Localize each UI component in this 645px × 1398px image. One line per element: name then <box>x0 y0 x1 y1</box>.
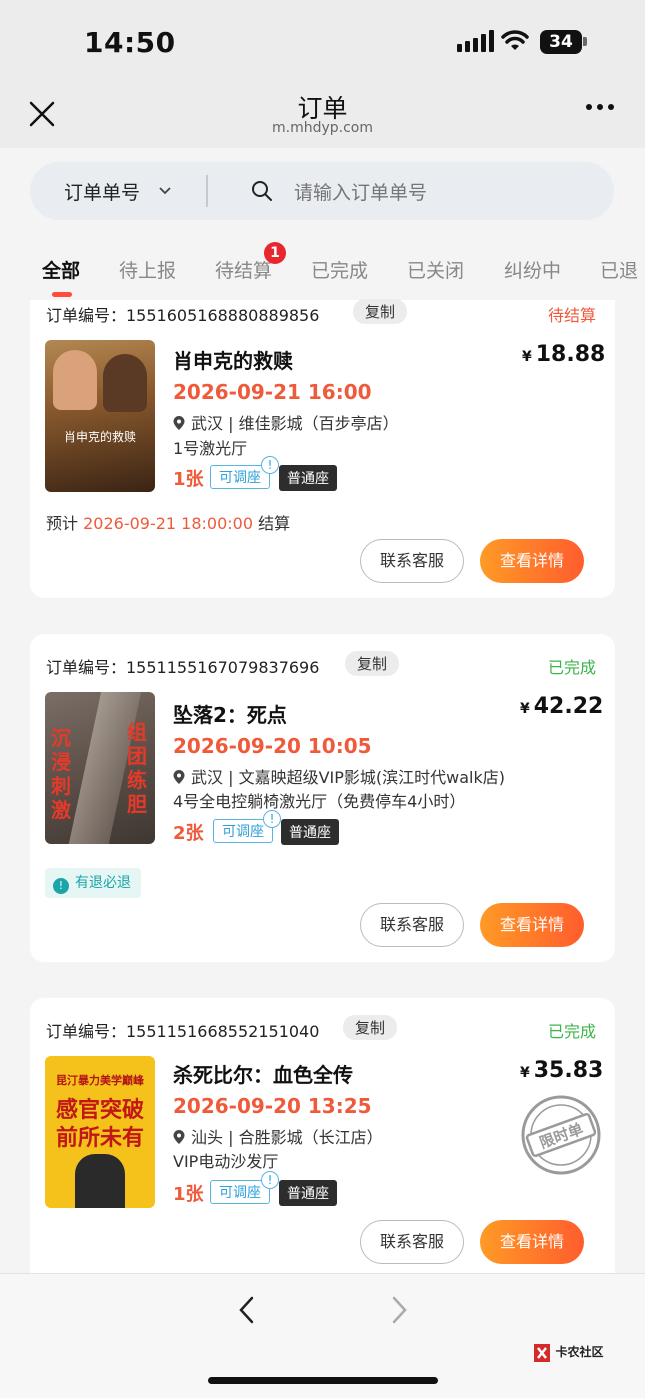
currency-symbol: ¥ <box>522 349 532 365</box>
cinema-name: 武汉 | 文嘉映超级VIP影城(滨江时代walk店) <box>191 768 505 787</box>
refund-guarantee-tag: ! 有退必退 <box>45 868 141 898</box>
status-time: 14:50 <box>84 26 176 59</box>
poster-text: 组团练胆 <box>127 720 147 816</box>
copy-button[interactable]: 复制 <box>353 299 408 324</box>
copy-button[interactable]: 复制 <box>345 651 400 676</box>
currency-symbol: ¥ <box>520 701 530 717</box>
contact-service-button[interactable]: 联系客服 <box>360 903 464 947</box>
price-value: 35.83 <box>533 1058 604 1083</box>
order-price: ¥18.88 <box>522 342 605 367</box>
battery-icon: 34 <box>540 30 582 54</box>
cinema-info: 武汉 | 维佳影城（百步亭店） <box>173 410 399 434</box>
seat-type-tag: 普通座 <box>279 465 337 491</box>
limited-time-stamp: 限时单 <box>520 1094 602 1176</box>
ticket-quantity: 1张 <box>173 469 204 490</box>
estimate-suffix: 结算 <box>258 514 291 533</box>
tab-all[interactable]: 全部 <box>42 256 80 283</box>
back-button[interactable] <box>236 1295 258 1329</box>
info-icon[interactable]: ! <box>263 810 281 828</box>
order-number: 订单编号：1551605168880889856 <box>46 306 320 325</box>
poster-text: 昆汀暴力美学巅峰 <box>56 1074 144 1087</box>
tab-badge: 1 <box>264 242 286 264</box>
contact-service-button[interactable]: 联系客服 <box>360 539 464 583</box>
search-icon <box>250 179 274 207</box>
chevron-left-icon <box>239 1296 254 1324</box>
movie-poster[interactable]: 沉浸刺激 组团练胆 <box>45 692 155 844</box>
hall-name: VIP电动沙发厅 <box>173 1152 279 1171</box>
info-icon[interactable]: ! <box>261 456 279 474</box>
movie-poster[interactable]: 昆汀暴力美学巅峰 感官突破 前所未有 <box>45 1056 155 1208</box>
cinema-info: 武汉 | 文嘉映超级VIP影城(滨江时代walk店) <box>173 764 505 788</box>
location-pin-icon <box>173 770 185 784</box>
tab-pending-settle[interactable]: 待结算 <box>215 256 272 283</box>
showtime: 2026-09-20 13:25 <box>173 1094 372 1118</box>
order-price: ¥35.83 <box>520 1058 603 1083</box>
price-value: 18.88 <box>535 342 606 367</box>
showtime: 2026-09-20 10:05 <box>173 734 372 758</box>
tab-dispute[interactable]: 纠纷中 <box>504 256 561 283</box>
ticket-quantity: 2张 <box>173 823 204 844</box>
page-url: m.mhdyp.com <box>271 120 373 136</box>
seat-type-tag: 普通座 <box>281 819 339 845</box>
settlement-estimate: 预计 2026-09-21 18:00:00 结算 <box>46 510 290 534</box>
refund-tag-label: 有退必退 <box>75 875 131 891</box>
info-icon[interactable]: ! <box>261 1171 279 1189</box>
chevron-down-icon[interactable] <box>158 183 172 202</box>
more-icon[interactable] <box>586 104 614 110</box>
watermark: 卡农社区 <box>532 1342 604 1364</box>
chevron-right-icon <box>392 1296 407 1324</box>
movie-title: 杀死比尔：血色全传 <box>173 1063 353 1087</box>
cinema-name: 武汉 | 维佳影城（百步亭店） <box>191 414 399 433</box>
poster-text: 前所未有 <box>55 1126 144 1151</box>
movie-title: 肖申克的救赎 <box>173 349 293 373</box>
ticket-quantity: 1张 <box>173 1184 204 1205</box>
tab-refunded[interactable]: 已退 <box>600 256 638 283</box>
watermark-logo-icon <box>534 1344 550 1362</box>
movie-title: 坠落2：死点 <box>173 703 287 727</box>
view-detail-button[interactable]: 查看详情 <box>480 539 584 583</box>
search-input[interactable] <box>294 178 594 208</box>
currency-symbol: ¥ <box>520 1065 530 1081</box>
order-status: 已完成 <box>548 1022 597 1041</box>
contact-service-button[interactable]: 联系客服 <box>360 1220 464 1264</box>
search-divider <box>206 175 208 207</box>
tab-closed[interactable]: 已关闭 <box>407 256 464 283</box>
search-type-select[interactable]: 订单单号 <box>64 178 140 205</box>
location-pin-icon <box>173 1130 185 1144</box>
tab-pending-report[interactable]: 待上报 <box>119 256 176 283</box>
estimate-time: 2026-09-21 18:00:00 <box>83 514 254 533</box>
forward-button[interactable] <box>388 1295 410 1329</box>
wifi-icon <box>501 30 529 56</box>
tab-active-indicator <box>52 292 72 297</box>
showtime: 2026-09-21 16:00 <box>173 380 372 404</box>
cinema-name: 汕头 | 合胜影城（长江店） <box>191 1128 383 1147</box>
estimate-prefix: 预计 <box>46 514 79 533</box>
tab-completed[interactable]: 已完成 <box>311 256 368 283</box>
watermark-text: 卡农社区 <box>555 1345 604 1359</box>
price-value: 42.22 <box>533 694 604 719</box>
movie-poster[interactable]: 肖申克的救赎 <box>45 340 155 492</box>
order-price: ¥42.22 <box>520 694 603 719</box>
poster-text: 沉浸刺激 <box>51 726 71 822</box>
hall-name: 1号激光厅 <box>173 439 248 458</box>
hall-name: 4号全电控躺椅激光厅（免费停车4小时） <box>173 792 466 811</box>
signal-icon <box>457 30 494 52</box>
order-number: 订单编号：1551151668552151040 <box>46 1022 320 1041</box>
view-detail-button[interactable]: 查看详情 <box>480 903 584 947</box>
order-status: 已完成 <box>548 658 597 677</box>
location-pin-icon <box>173 416 185 430</box>
info-circle-icon: ! <box>53 878 69 894</box>
seat-type-tag: 普通座 <box>279 1180 337 1206</box>
view-detail-button[interactable]: 查看详情 <box>480 1220 584 1264</box>
order-number: 订单编号：1551155167079837696 <box>46 658 320 677</box>
poster-text: 肖申克的救赎 <box>63 430 136 444</box>
battery-tip <box>583 37 587 46</box>
home-indicator <box>208 1377 438 1384</box>
cinema-info: 汕头 | 合胜影城（长江店） <box>173 1124 383 1148</box>
copy-button[interactable]: 复制 <box>343 1015 398 1040</box>
order-status: 待结算 <box>548 306 597 325</box>
